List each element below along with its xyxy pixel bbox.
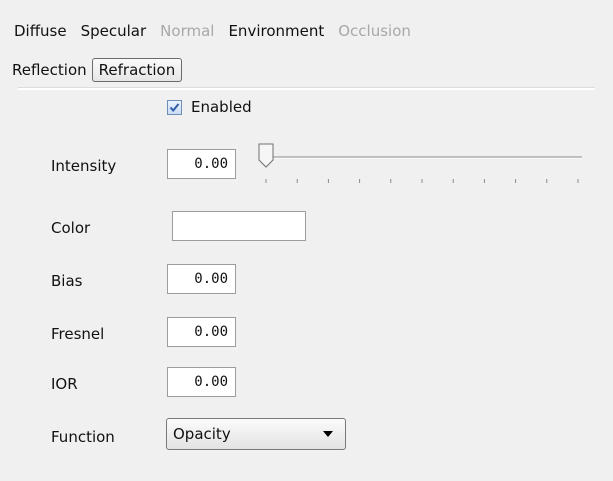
tab-normal[interactable]: Normal [157,20,217,42]
refraction-properties-panel: Diffuse Specular Normal Environment Occl… [0,0,613,481]
function-select-value: Opacity [173,425,231,443]
fresnel-input[interactable]: 0.00 [167,317,236,347]
checkmark-icon [169,102,180,112]
function-label: Function [51,428,115,446]
material-tabs-row-1: Diffuse Specular Normal Environment Occl… [11,18,422,44]
material-tabs-row-2: Reflection Refraction [9,57,190,83]
intensity-input[interactable]: 0.00 [167,149,236,179]
bias-label: Bias [51,272,83,290]
intensity-label: Intensity [51,157,117,175]
enabled-checkbox[interactable] [167,99,182,115]
tab-occlusion[interactable]: Occlusion [335,20,414,42]
enabled-label: Enabled [191,98,252,116]
ior-label: IOR [51,375,78,393]
fresnel-label: Fresnel [51,325,105,343]
tab-specular[interactable]: Specular [78,20,150,42]
tab-diffuse[interactable]: Diffuse [11,20,70,42]
color-swatch-input[interactable] [172,211,306,241]
function-select[interactable]: Opacity [166,418,346,450]
tab-reflection[interactable]: Reflection [9,59,90,81]
intensity-slider[interactable] [256,141,586,191]
tab-environment[interactable]: Environment [225,20,327,42]
tabs-separator [18,87,595,90]
bias-input[interactable]: 0.00 [167,264,236,294]
tab-refraction[interactable]: Refraction [91,58,183,82]
chevron-down-icon [323,431,333,437]
enabled-checkbox-row[interactable]: Enabled [167,96,252,118]
slider-thumb[interactable] [258,143,274,168]
slider-ticks [265,179,579,183]
ior-input[interactable]: 0.00 [167,367,236,397]
color-label: Color [51,219,91,237]
